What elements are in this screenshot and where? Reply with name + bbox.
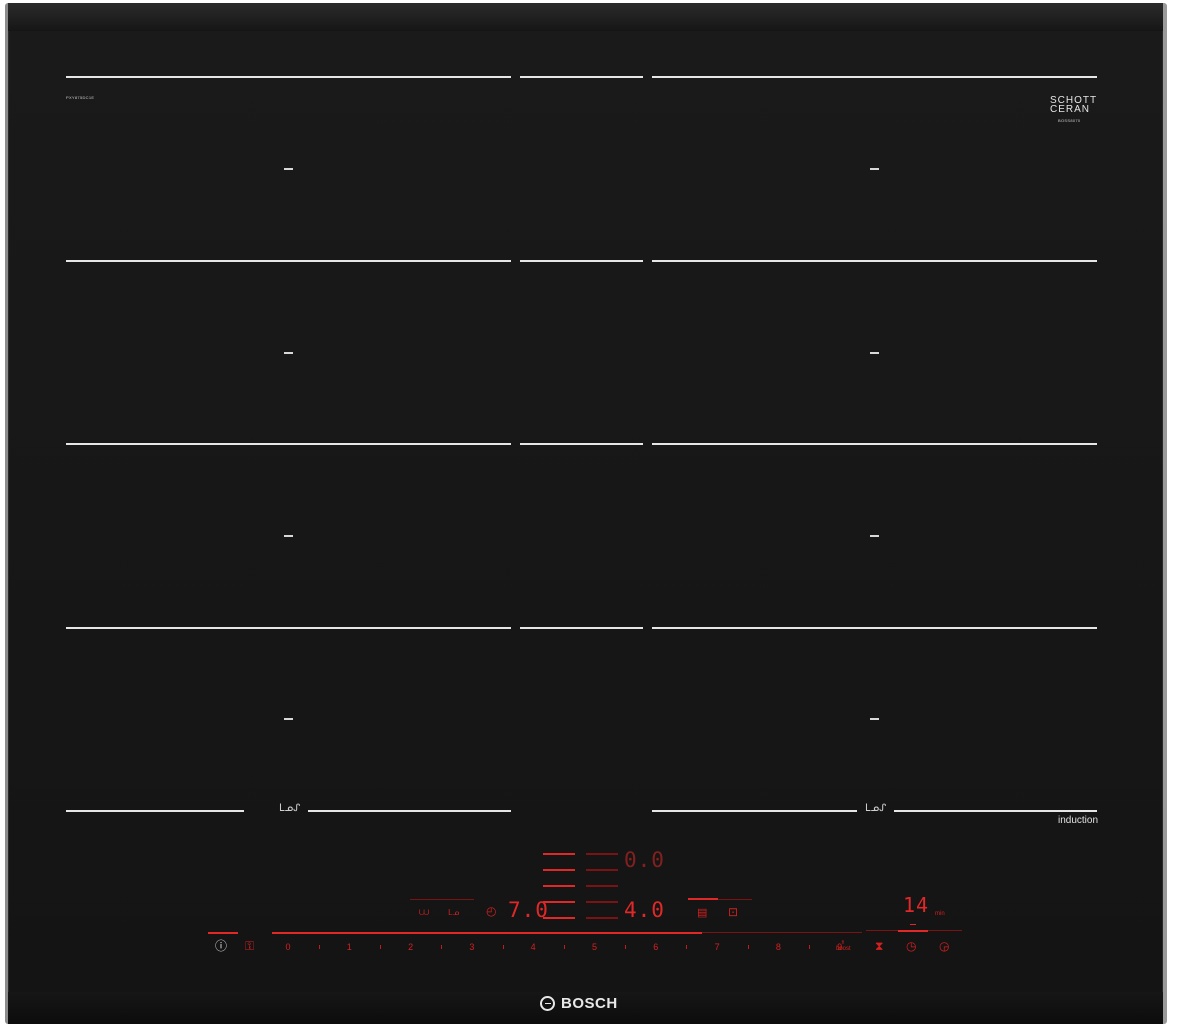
stopwatch-icon[interactable]: ◷ bbox=[906, 940, 916, 952]
power-level-6[interactable]: 6 bbox=[649, 942, 663, 952]
zone-divider-line bbox=[66, 443, 511, 445]
frying-sensor-pan-icon[interactable]: ⊡ bbox=[728, 906, 738, 918]
move-function-icon[interactable]: ▤ bbox=[697, 907, 707, 919]
zone-divider-line bbox=[652, 443, 1097, 445]
timer-display: 14 bbox=[903, 893, 930, 917]
zone-indicator-bar bbox=[543, 869, 575, 871]
slider-half-step-mark bbox=[318, 945, 320, 949]
power-level-7[interactable]: 7 bbox=[710, 942, 724, 952]
zone-center-mark bbox=[870, 168, 879, 170]
power-level-3[interactable]: 3 bbox=[465, 942, 479, 952]
zone-divider-line bbox=[66, 627, 511, 629]
zone-center-mark bbox=[870, 352, 879, 354]
function-divider bbox=[410, 899, 474, 900]
slider-half-step-mark bbox=[625, 945, 627, 949]
zone-indicator-bar bbox=[543, 853, 575, 855]
zone-center-mark bbox=[870, 718, 879, 720]
timer-active-mark bbox=[910, 924, 916, 925]
zone-divider-line bbox=[66, 810, 244, 812]
zone-center-mark bbox=[870, 535, 879, 537]
power-slider-track-dim bbox=[702, 932, 862, 933]
flex-zone-icon: ᒪᓄᔑ bbox=[279, 803, 301, 814]
zone-divider-line bbox=[652, 810, 857, 812]
slider-half-step-mark bbox=[502, 945, 504, 949]
power-level-2[interactable]: 2 bbox=[404, 942, 418, 952]
flex-zone-icon[interactable]: ᒪᓄ bbox=[448, 907, 459, 919]
schott-ceran-logo: SCHOTT CERAN bbox=[1050, 95, 1098, 115]
zone-divider-line bbox=[520, 76, 643, 78]
slider-half-step-mark bbox=[809, 945, 811, 949]
boost-label[interactable]: ᴮ boost bbox=[836, 941, 851, 952]
power-level-display-left[interactable]: 7.0 bbox=[508, 898, 549, 922]
zone-divider-line bbox=[520, 260, 643, 262]
fry-sensor-icon[interactable]: ⩊ bbox=[419, 907, 429, 919]
main-switch-bar bbox=[208, 932, 238, 934]
zone-divider-line bbox=[652, 260, 1097, 262]
zone-indicator-bar-dim bbox=[586, 885, 618, 887]
power-level-1[interactable]: 1 bbox=[342, 942, 356, 952]
zone-indicator-bar-dim bbox=[586, 869, 618, 871]
zone-center-mark bbox=[284, 718, 293, 720]
zone-divider-line bbox=[308, 810, 511, 812]
serial-code: BOSS8070 bbox=[1058, 118, 1081, 123]
zone-divider-line bbox=[894, 810, 1097, 812]
slider-half-step-mark bbox=[441, 945, 443, 949]
power-icon[interactable]: ⓘ bbox=[215, 940, 227, 952]
active-function-bar bbox=[688, 898, 718, 900]
zone-power-display: 0.0 bbox=[624, 848, 665, 872]
flex-zone-icon: ᒪᓄᔑ bbox=[865, 803, 887, 814]
slider-half-step-mark bbox=[563, 945, 565, 949]
function-divider bbox=[718, 899, 752, 900]
zone-indicator-bar-dim bbox=[586, 901, 618, 903]
power-level-4[interactable]: 4 bbox=[526, 942, 540, 952]
slider-half-step-mark bbox=[686, 945, 688, 949]
brand-name: BOSCH bbox=[561, 995, 618, 1012]
timer-icon[interactable]: ◶ bbox=[939, 940, 949, 952]
model-code: PXY875DC1E bbox=[66, 95, 95, 100]
zone-indicator-bar-dim bbox=[586, 917, 618, 919]
timer-active-bar bbox=[898, 930, 928, 932]
zone-center-mark bbox=[284, 535, 293, 537]
bosch-ring-icon bbox=[540, 996, 555, 1011]
timer-unit: min bbox=[935, 911, 945, 917]
slider-half-step-mark bbox=[747, 945, 749, 949]
power-slider-track[interactable] bbox=[272, 932, 702, 934]
top-bevel bbox=[8, 3, 1163, 31]
power-level-5[interactable]: 5 bbox=[588, 942, 602, 952]
zone-divider-line bbox=[66, 76, 511, 78]
child-lock-icon[interactable]: ⚿ bbox=[245, 940, 254, 952]
power-level-8[interactable]: 8 bbox=[771, 942, 785, 952]
slider-half-step-mark bbox=[379, 945, 381, 949]
timer-icon[interactable]: ◴ bbox=[486, 905, 496, 917]
kitchen-timer-icon[interactable]: ⧗ bbox=[875, 940, 883, 952]
zone-indicator-bar bbox=[543, 885, 575, 887]
zone-center-mark bbox=[284, 352, 293, 354]
induction-label: induction bbox=[1058, 815, 1099, 826]
power-level-0[interactable]: 0 bbox=[281, 942, 295, 952]
zone-indicator-bar-dim bbox=[586, 853, 618, 855]
zone-divider-line bbox=[652, 76, 1097, 78]
zone-divider-line bbox=[520, 443, 643, 445]
zone-divider-line bbox=[520, 627, 643, 629]
bosch-logo: BOSCH bbox=[540, 995, 618, 1012]
power-level-display-right[interactable]: 4.0 bbox=[624, 898, 665, 922]
zone-center-mark bbox=[284, 168, 293, 170]
zone-divider-line bbox=[66, 260, 511, 262]
zone-divider-line bbox=[652, 627, 1097, 629]
